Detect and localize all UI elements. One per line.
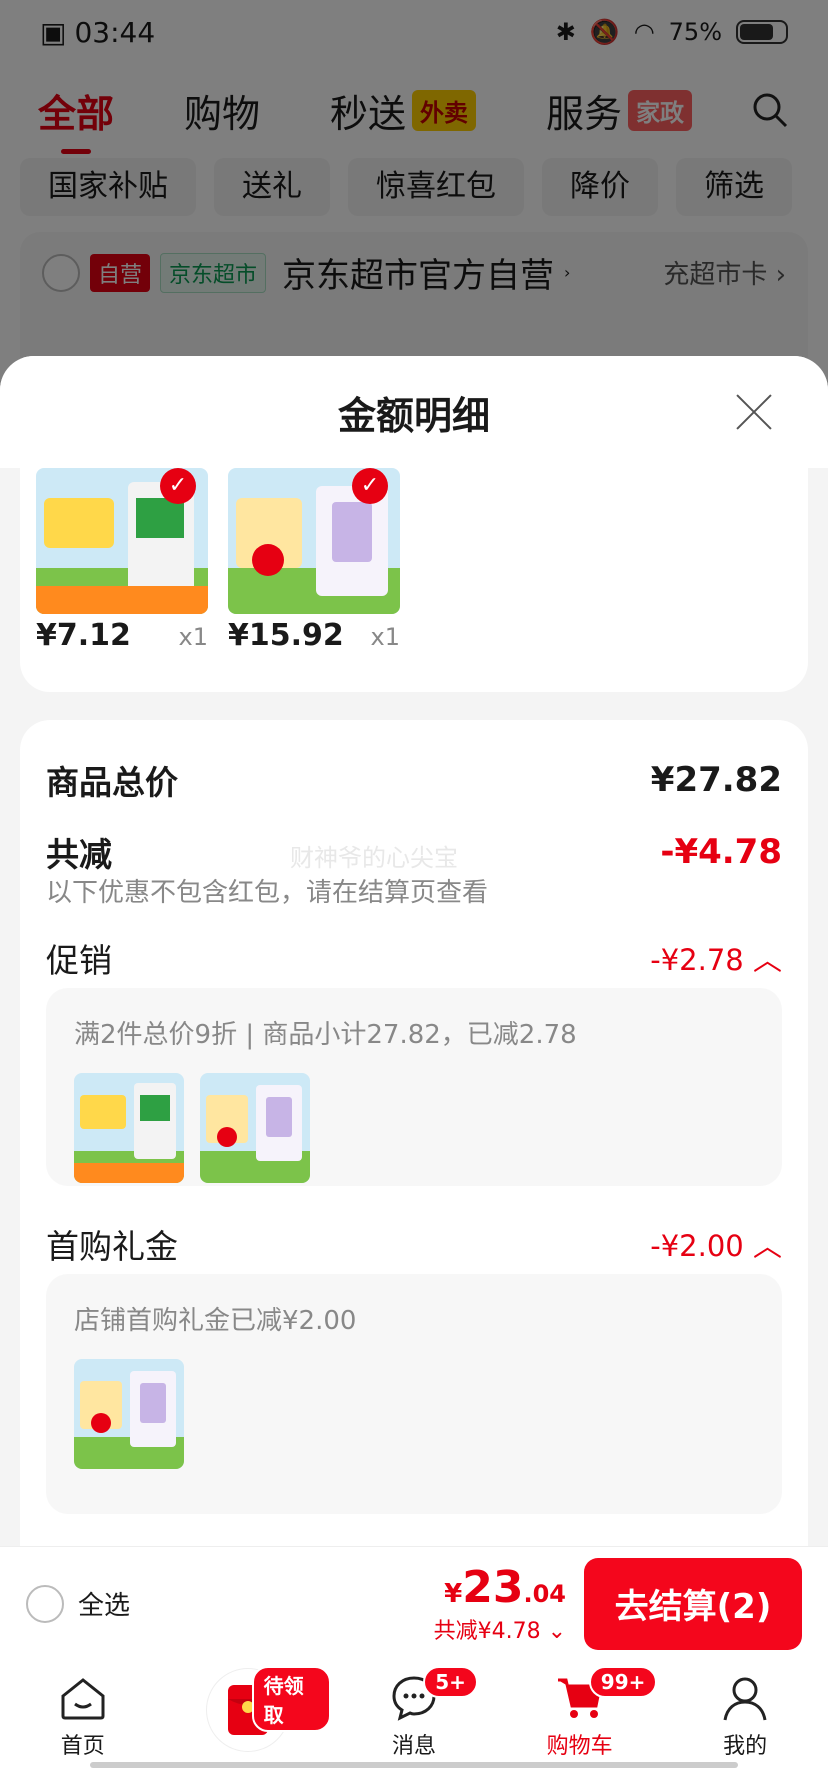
sheet-header: 金额明细 bbox=[0, 356, 828, 468]
nav-home[interactable]: 首页 bbox=[0, 1660, 166, 1776]
product-price: ¥15.92 bbox=[228, 618, 344, 653]
selected-check-icon: ✓ bbox=[160, 468, 196, 504]
nav-label: 购物车 bbox=[546, 1734, 613, 1759]
selected-check-icon: ✓ bbox=[352, 468, 388, 504]
product-strip: ✓ ¥7.12 x1 ✓ ¥15.92 x1 bbox=[20, 468, 808, 692]
first-purchase-gift-row[interactable]: 首购礼金 -¥2.00 ︿ bbox=[46, 1220, 782, 1268]
watermark-text: 财神爷的心尖宝 bbox=[290, 844, 458, 872]
total-label: 商品总价 bbox=[46, 763, 178, 802]
bottom-nav: 首页 待领取 消息 5+ 购物车 99+ 我的 bbox=[0, 1660, 828, 1776]
product-item[interactable]: ✓ ¥7.12 x1 bbox=[36, 468, 208, 653]
select-all[interactable]: 全选 bbox=[26, 1584, 131, 1623]
promo-product-thumb bbox=[74, 1073, 184, 1183]
amount-detail-sheet: 金额明细 ✓ ¥7.12 x1 ✓ ¥15.92 x1 商品总价 ¥27.82 … bbox=[0, 356, 828, 1546]
nav-messages[interactable]: 消息 5+ bbox=[331, 1660, 497, 1776]
chevron-up-icon: ︿ bbox=[752, 943, 782, 977]
close-icon[interactable] bbox=[734, 392, 774, 432]
gift-product-thumb bbox=[74, 1359, 184, 1469]
nav-label: 首页 bbox=[60, 1734, 105, 1759]
saved-amount[interactable]: 共减¥4.78 ⌄ bbox=[434, 1613, 566, 1645]
sheet-title: 金额明细 bbox=[337, 393, 490, 438]
product-item[interactable]: ✓ ¥15.92 x1 bbox=[228, 468, 400, 653]
promo-row[interactable]: 促销 -¥2.78 ︿ bbox=[46, 934, 782, 982]
total-value: ¥27.82 bbox=[650, 760, 782, 800]
product-qty: x1 bbox=[370, 623, 400, 651]
product-qty: x1 bbox=[178, 623, 208, 651]
promo-product-thumb bbox=[200, 1073, 310, 1183]
checkout-sum: ¥23.04 共减¥4.78 ⌄ bbox=[434, 1562, 566, 1645]
home-indicator bbox=[90, 1762, 738, 1768]
discount-value: -¥4.78 bbox=[660, 832, 782, 872]
promo-detail-box: 满2件总价9折 | 商品小计27.82，已减2.78 bbox=[46, 988, 782, 1186]
gift-label: 首购礼金 bbox=[46, 1227, 178, 1266]
select-all-radio[interactable] bbox=[26, 1584, 64, 1623]
message-count-badge: 5+ bbox=[423, 1666, 478, 1698]
gift-detail-text: 店铺首购礼金已减¥2.00 bbox=[74, 1306, 357, 1336]
total-row: 商品总价 ¥27.82 bbox=[46, 756, 782, 804]
nav-red-packet[interactable]: 待领取 bbox=[166, 1660, 332, 1776]
nav-cart[interactable]: 购物车 99+ bbox=[497, 1660, 663, 1776]
promo-detail-text: 满2件总价9折 | 商品小计27.82，已减2.78 bbox=[74, 1020, 577, 1050]
discount-label: 共减 bbox=[46, 835, 112, 874]
nav-me[interactable]: 我的 bbox=[662, 1660, 828, 1776]
checkout-total: ¥23.04 bbox=[444, 1562, 566, 1613]
home-icon bbox=[61, 1678, 105, 1720]
nav-label: 我的 bbox=[723, 1734, 768, 1759]
gift-detail-box: 店铺首购礼金已减¥2.00 bbox=[46, 1274, 782, 1514]
price-detail-card: 商品总价 ¥27.82 共减 -¥4.78 财神爷的心尖宝 以下优惠不包含红包，… bbox=[20, 720, 808, 1546]
cart-count-badge: 99+ bbox=[588, 1666, 658, 1698]
chevron-up-icon: ︿ bbox=[752, 1229, 782, 1263]
product-price: ¥7.12 bbox=[36, 618, 131, 653]
chevron-down-icon: ⌄ bbox=[547, 1619, 566, 1644]
checkout-bar: 全选 ¥23.04 共减¥4.78 ⌄ 去结算(2) bbox=[0, 1546, 828, 1660]
select-all-label: 全选 bbox=[78, 1591, 131, 1621]
discount-note: 以下优惠不包含红包，请在结算页查看 bbox=[46, 878, 489, 908]
nav-label: 消息 bbox=[391, 1734, 436, 1759]
product-image: ✓ bbox=[36, 468, 208, 614]
promo-label: 促销 bbox=[46, 941, 112, 980]
pending-claim-badge: 待领取 bbox=[251, 1666, 332, 1732]
product-image: ✓ bbox=[228, 468, 400, 614]
gift-value: -¥2.00 ︿ bbox=[650, 1229, 782, 1263]
promo-value: -¥2.78 ︿ bbox=[650, 943, 782, 977]
checkout-button[interactable]: 去结算(2) bbox=[584, 1557, 802, 1650]
user-icon bbox=[723, 1677, 767, 1721]
